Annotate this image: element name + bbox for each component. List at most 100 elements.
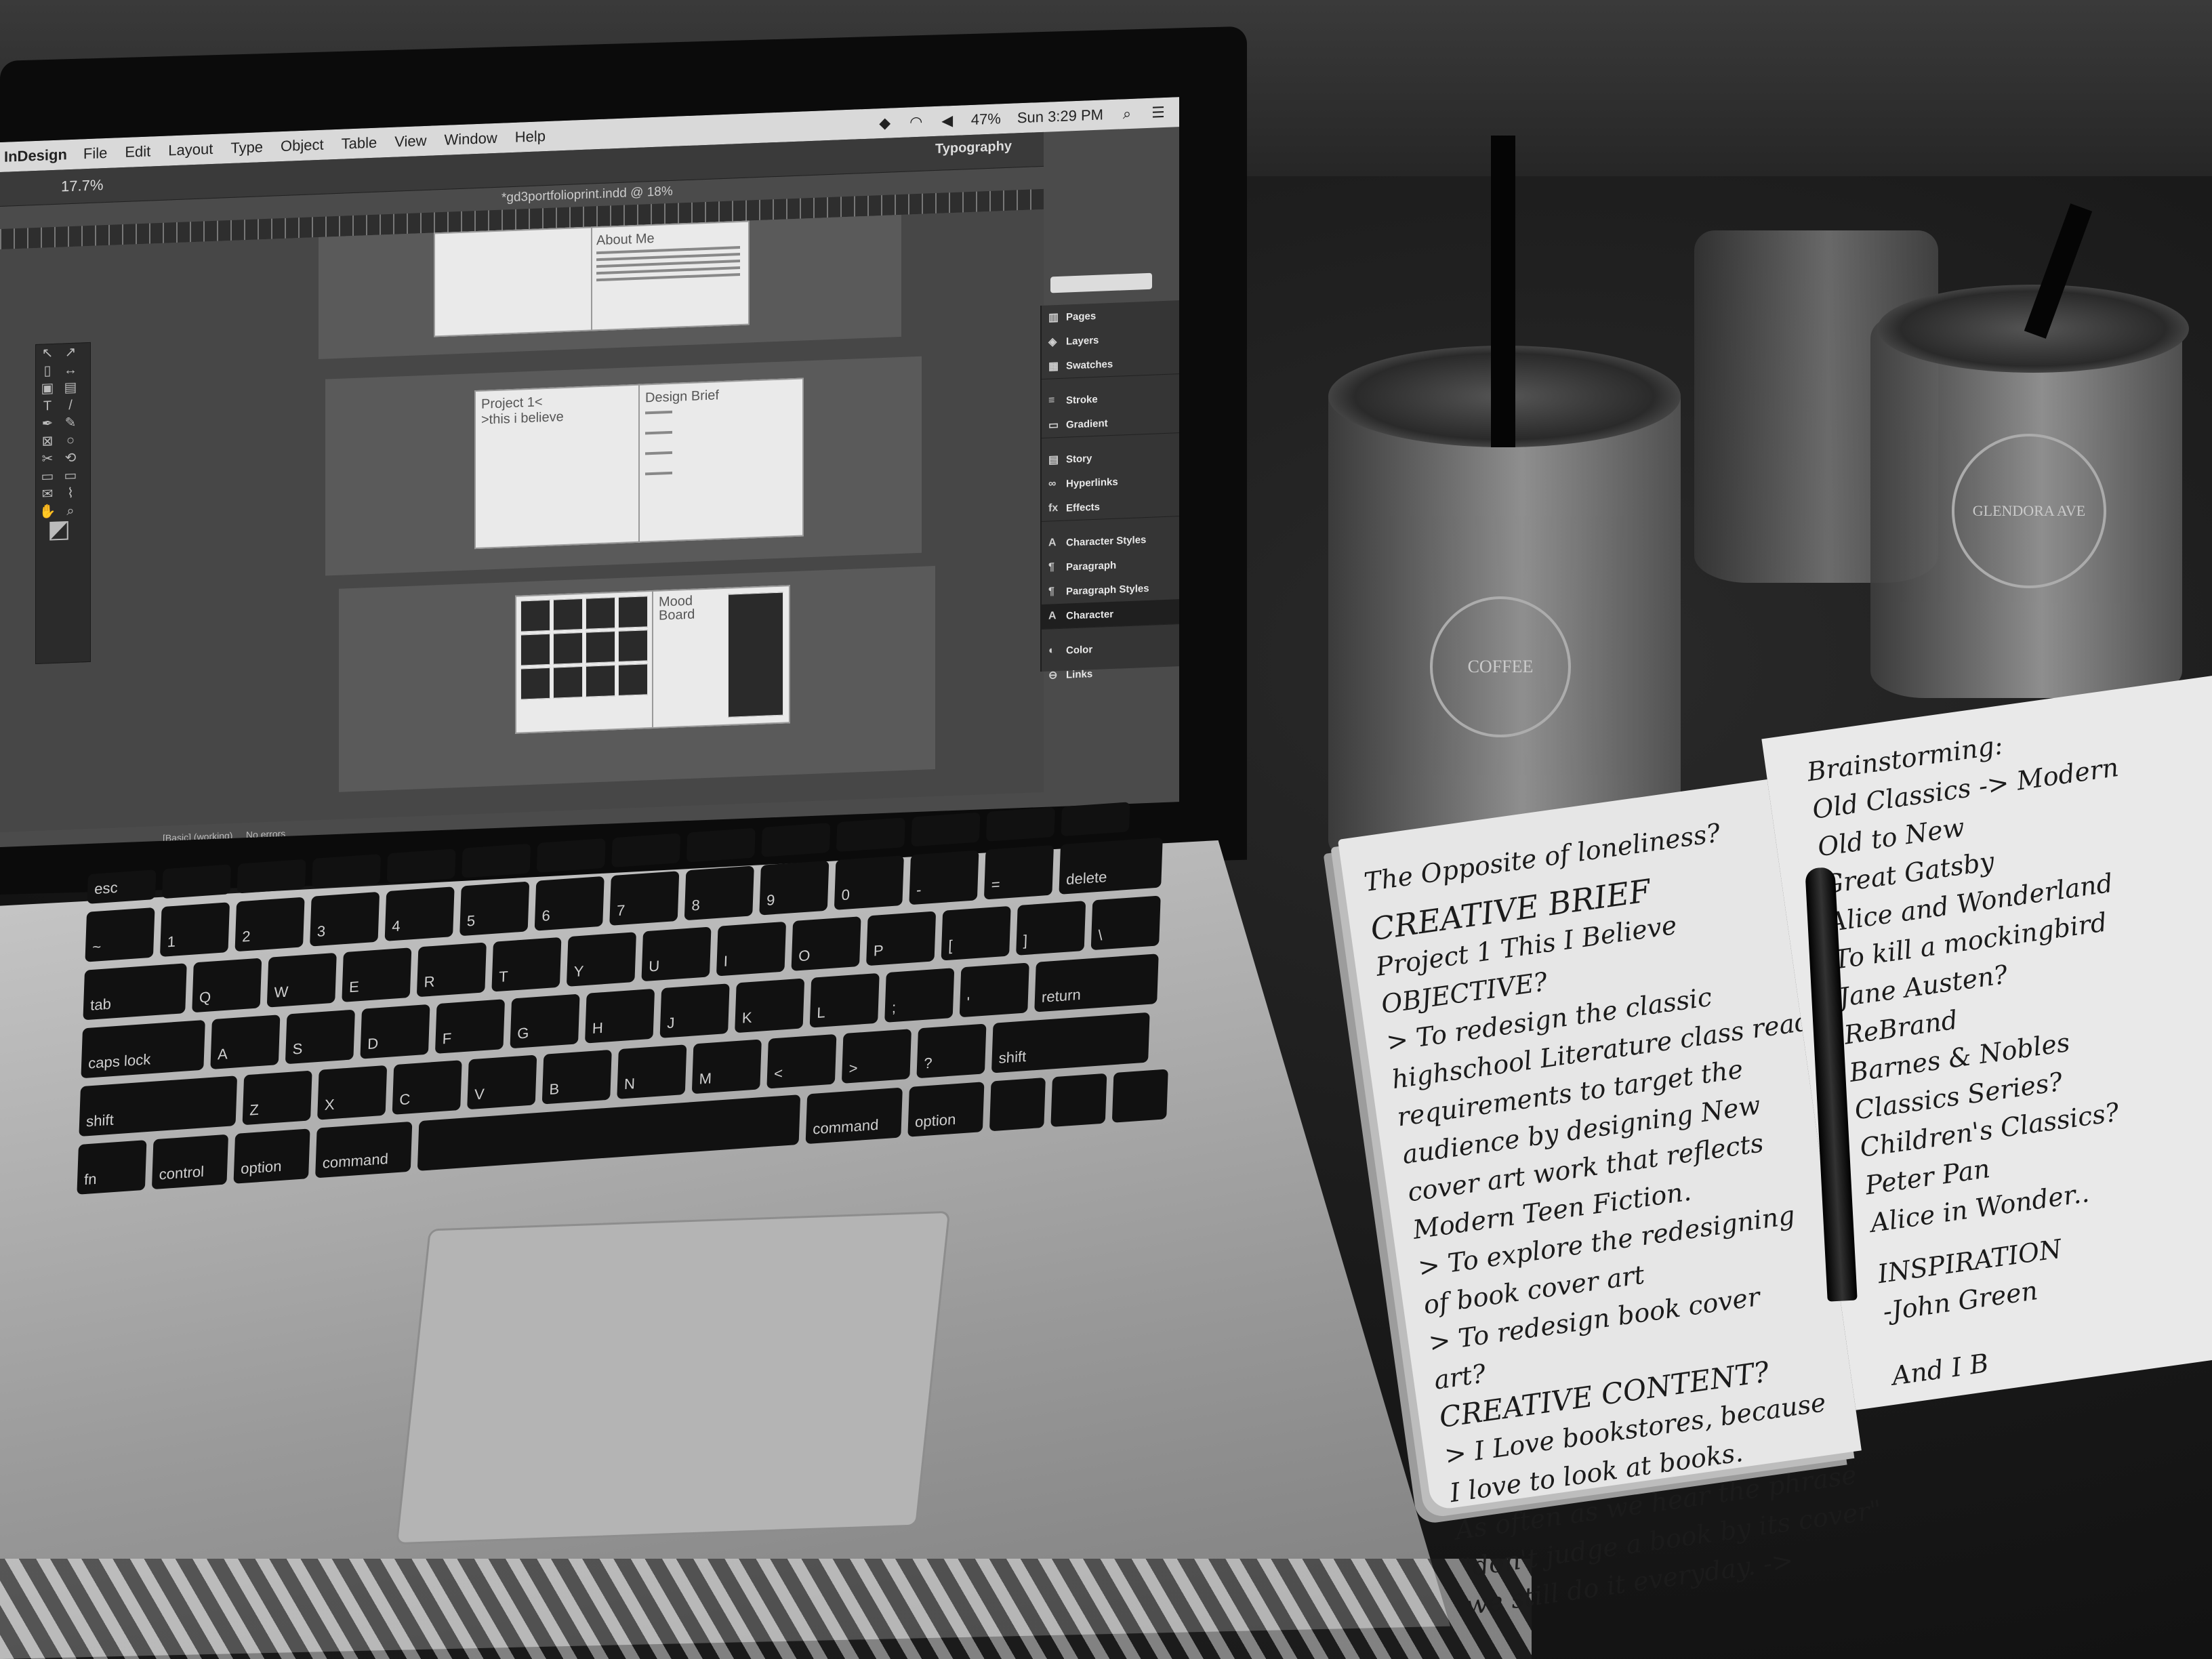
gradient-swatch-tool-icon[interactable]: ▭ [36,468,59,486]
notification-center-icon[interactable]: ☰ [1151,104,1166,121]
key[interactable] [536,838,606,873]
menu-type[interactable]: Type [230,138,263,157]
direct-selection-tool-icon[interactable]: ↗ [59,343,82,361]
key[interactable]: X [317,1065,388,1120]
key[interactable] [237,859,306,894]
key[interactable]: ' [959,962,1029,1018]
dropbox-icon[interactable]: ◆ [878,115,893,132]
key-arrow-right[interactable] [1111,1069,1168,1123]
key[interactable]: 9 [759,860,830,916]
key[interactable]: = [983,844,1054,900]
key-option-left[interactable]: option [233,1128,310,1184]
key[interactable]: U [641,926,712,982]
key[interactable]: G [510,994,580,1049]
key-tab[interactable]: tab [83,963,187,1021]
zoom-level-field[interactable]: 17.7% [61,176,103,195]
key[interactable]: C [392,1060,462,1115]
menu-object[interactable]: Object [281,136,324,155]
menu-view[interactable]: View [394,132,426,151]
key-fn[interactable]: fn [77,1140,147,1195]
menu-edit[interactable]: Edit [125,142,150,161]
wifi-icon[interactable]: ◠ [909,113,924,131]
app-menu-name[interactable]: InDesign [4,146,67,166]
key[interactable]: ~ [85,907,155,962]
key[interactable]: H [585,988,655,1044]
gap-tool-icon[interactable]: ↔ [59,361,82,379]
free-transform-tool-icon[interactable]: ⟲ [59,449,82,467]
key-esc[interactable]: esc [87,869,157,904]
spotlight-search-icon[interactable]: ⌕ [1120,105,1134,122]
key[interactable]: W [266,952,337,1008]
key[interactable]: N [617,1044,687,1099]
spread-3-left-page[interactable] [515,590,653,734]
key[interactable]: L [809,972,880,1028]
key[interactable]: J [659,983,730,1038]
key[interactable] [985,806,1055,842]
key[interactable]: P [866,911,937,966]
key[interactable]: 4 [384,886,455,941]
page-tool-icon[interactable]: ▯ [36,362,59,380]
key[interactable]: ? [916,1023,987,1079]
panel-links[interactable]: ⊖ Links [1042,658,1179,688]
type-tool-icon[interactable]: T [36,397,59,415]
document-tab[interactable]: *gd3portfolioprint.indd @ 18% [501,184,673,206]
key[interactable]: > [841,1029,912,1084]
key[interactable] [161,864,232,899]
eyedropper-tool-icon[interactable]: ⌇ [59,484,82,502]
key[interactable]: Y [566,932,636,987]
key[interactable] [611,833,681,868]
key-command-left[interactable]: command [315,1121,413,1179]
spread-1-left-page[interactable] [434,226,592,337]
content-collector-icon[interactable]: ▣ [36,380,59,398]
key[interactable]: R [416,942,487,998]
key[interactable] [386,848,456,884]
menubar-clock[interactable]: Sun 3:29 PM [1017,106,1103,127]
key[interactable]: T [491,937,562,992]
menu-help[interactable]: Help [515,127,546,146]
key[interactable] [836,817,905,853]
key[interactable]: ; [884,968,955,1023]
rectangle-frame-tool-icon[interactable]: ⊠ [36,432,59,451]
key-eject[interactable] [1061,802,1130,837]
menu-layout[interactable]: Layout [168,140,213,160]
selection-tool-icon[interactable]: ↖ [36,344,59,363]
key[interactable] [686,827,756,863]
spread-2-right-page[interactable]: Design Brief [638,377,804,543]
key[interactable]: B [541,1049,612,1105]
key-shift-left[interactable]: shift [79,1076,238,1137]
key[interactable]: M [691,1039,762,1094]
ellipse-tool-icon[interactable]: ○ [59,431,82,449]
spread-1-right-page[interactable]: About Me [591,220,750,331]
key-option-right[interactable]: option [907,1082,985,1137]
menu-table[interactable]: Table [342,134,377,153]
key-delete[interactable]: delete [1059,837,1163,895]
key[interactable]: Q [192,958,262,1013]
workspace-switcher[interactable]: Typography [935,139,1012,157]
menu-file[interactable]: File [83,144,107,163]
spread-3-right-page[interactable]: Mood Board [652,585,790,729]
key[interactable]: D [360,1004,430,1059]
pen-tool-icon[interactable]: ✒ [36,415,59,433]
key[interactable]: [ [941,905,1011,961]
key[interactable]: < [766,1033,837,1089]
key-command-right[interactable]: command [805,1087,903,1145]
key[interactable]: V [467,1054,537,1110]
scissors-tool-icon[interactable]: ✂ [36,450,59,468]
key-return[interactable]: return [1034,954,1159,1012]
key[interactable]: - [909,850,979,905]
key[interactable]: F [434,999,506,1054]
key[interactable]: 5 [459,881,530,937]
key[interactable]: O [791,916,861,971]
key-control[interactable]: control [151,1134,229,1190]
key[interactable] [761,822,831,857]
key-caps-lock[interactable]: caps lock [81,1019,205,1079]
trackpad[interactable] [395,1210,951,1545]
line-tool-icon[interactable]: / [59,396,82,414]
note-tool-icon[interactable]: ✉ [36,485,59,504]
key-arrow-down[interactable] [1050,1073,1107,1128]
panel-search-field[interactable] [1050,272,1152,293]
key-shift-right[interactable]: shift [991,1012,1150,1073]
key[interactable] [911,812,981,847]
content-placer-icon[interactable]: ▤ [59,378,82,396]
key[interactable]: 3 [310,891,380,947]
